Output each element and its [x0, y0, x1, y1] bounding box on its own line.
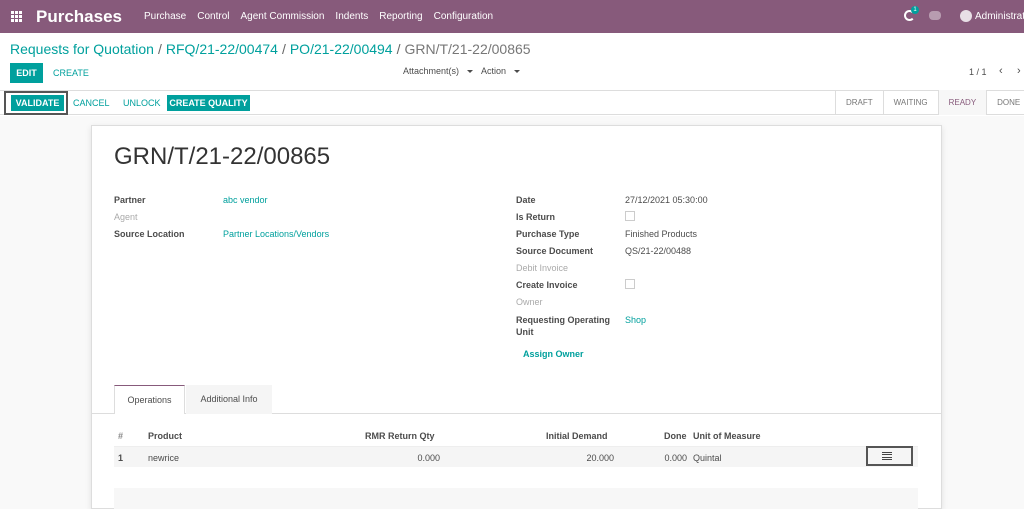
app-title: Purchases: [36, 7, 122, 26]
column-header-product[interactable]: Product: [148, 431, 182, 441]
requesting-unit-value[interactable]: Shop: [625, 315, 646, 325]
action-label: Action: [481, 66, 507, 76]
debit-invoice-label: Debit Invoice: [516, 263, 569, 273]
breadcrumb-po[interactable]: PO/21-22/00494: [290, 41, 393, 57]
breadcrumb-separator: /: [157, 41, 162, 57]
sidebar-actions: Attachment(s) Action: [403, 66, 526, 76]
user-menu[interactable]: Administrator: [975, 11, 1024, 22]
source-document-value: QS/21-22/00488: [625, 246, 692, 256]
create-button[interactable]: CREATE: [53, 68, 89, 78]
attachments-dropdown[interactable]: Attachment(s): [403, 66, 474, 76]
breadcrumb-rfq-list[interactable]: Requests for Quotation: [10, 41, 154, 57]
caret-down-icon: [467, 70, 474, 74]
top-navbar: Purchases Purchase Control Agent Commiss…: [0, 0, 1024, 33]
row-number: 1: [118, 453, 124, 463]
purchase-type-value: Finished Products: [625, 229, 698, 239]
row-initial-demand[interactable]: 20.000: [554, 453, 614, 463]
source-document-label: Source Document: [516, 246, 594, 256]
column-header-unit-of-measure[interactable]: Unit of Measure: [693, 431, 761, 441]
row-rmr-return-qty[interactable]: 0.000: [380, 453, 440, 463]
user-avatar[interactable]: [960, 10, 972, 22]
attachments-label: Attachment(s): [403, 66, 460, 76]
row-done[interactable]: 0.000: [627, 453, 687, 463]
breadcrumb: Requests for Quotation / RFQ/21-22/00474/P…: [10, 41, 531, 57]
stage-waiting[interactable]: WAITING: [882, 90, 938, 115]
is-return-label: Is Return: [516, 212, 556, 222]
partner-label: Partner: [114, 195, 146, 205]
tab-operations[interactable]: Operations: [114, 385, 185, 414]
chat-icon[interactable]: [929, 11, 941, 20]
date-value: 27/12/2021 05:30:00: [625, 195, 708, 205]
breadcrumb-separator: /: [281, 41, 286, 57]
column-header-rmr-return-qty[interactable]: RMR Return Qty: [365, 431, 435, 441]
column-header-number: #: [118, 431, 124, 441]
stage-statusbar: DRAFT WAITING READY DONE: [835, 90, 1024, 115]
caret-down-icon: [514, 70, 521, 74]
owner-label: Owner: [516, 297, 543, 307]
unlock-button[interactable]: UNLOCK: [123, 98, 161, 108]
purchase-type-label: Purchase Type: [516, 229, 580, 239]
row-product[interactable]: newrice: [148, 453, 179, 463]
menu-item-reporting[interactable]: Reporting: [379, 11, 422, 22]
pager-value: 1 / 1: [969, 67, 987, 77]
menu-item-indents[interactable]: Indents: [335, 11, 368, 22]
agent-label: Agent: [114, 212, 138, 222]
breadcrumb-separator: /: [396, 41, 401, 57]
apps-menu-icon[interactable]: [11, 11, 22, 22]
source-location-value[interactable]: Partner Locations/Vendors: [223, 229, 329, 239]
assign-owner-button[interactable]: Assign Owner: [523, 349, 584, 359]
breadcrumb-current: GRN/T/21-22/00865: [404, 41, 531, 57]
notes-area: [114, 488, 918, 509]
menu-item-purchase[interactable]: Purchase: [144, 11, 186, 22]
is-return-checkbox[interactable]: [625, 211, 635, 221]
requesting-unit-label-line1: Requesting Operating: [516, 315, 611, 325]
activity-count-badge: 1: [911, 6, 919, 14]
breadcrumb-rfq[interactable]: RFQ/21-22/00474: [166, 41, 278, 57]
requesting-unit-label-line2: Unit: [516, 327, 534, 337]
tab-additional-info[interactable]: Additional Info: [186, 385, 272, 414]
column-header-initial-demand[interactable]: Initial Demand: [546, 431, 608, 441]
action-dropdown[interactable]: Action: [481, 66, 521, 76]
create-invoice-label: Create Invoice: [516, 280, 578, 290]
create-quality-button[interactable]: CREATE QUALITY: [167, 95, 250, 111]
menu-item-agent-commission[interactable]: Agent Commission: [241, 11, 325, 22]
pager-next-icon[interactable]: ›: [1017, 65, 1021, 77]
create-invoice-checkbox[interactable]: [625, 279, 635, 289]
row-uom[interactable]: Quintal: [693, 453, 722, 463]
stage-draft[interactable]: DRAFT: [835, 90, 883, 115]
partner-value[interactable]: abc vendor: [223, 195, 268, 205]
date-label: Date: [516, 195, 536, 205]
table-row[interactable]: [114, 446, 918, 467]
stage-ready[interactable]: READY: [937, 90, 987, 115]
stage-done[interactable]: DONE: [986, 90, 1024, 115]
list-details-icon: [882, 452, 892, 460]
pager-previous-icon[interactable]: ‹: [999, 65, 1003, 77]
edit-button[interactable]: EDIT: [10, 63, 43, 83]
menu-item-configuration[interactable]: Configuration: [434, 11, 493, 22]
column-header-done[interactable]: Done: [664, 431, 687, 441]
source-location-label: Source Location: [114, 229, 185, 239]
cancel-button[interactable]: CANCEL: [73, 98, 110, 108]
validate-button[interactable]: VALIDATE: [11, 95, 64, 111]
document-title: GRN/T/21-22/00865: [114, 143, 331, 170]
main-menu: Purchase Control Agent Commission Indent…: [144, 11, 504, 22]
menu-item-control[interactable]: Control: [197, 11, 229, 22]
